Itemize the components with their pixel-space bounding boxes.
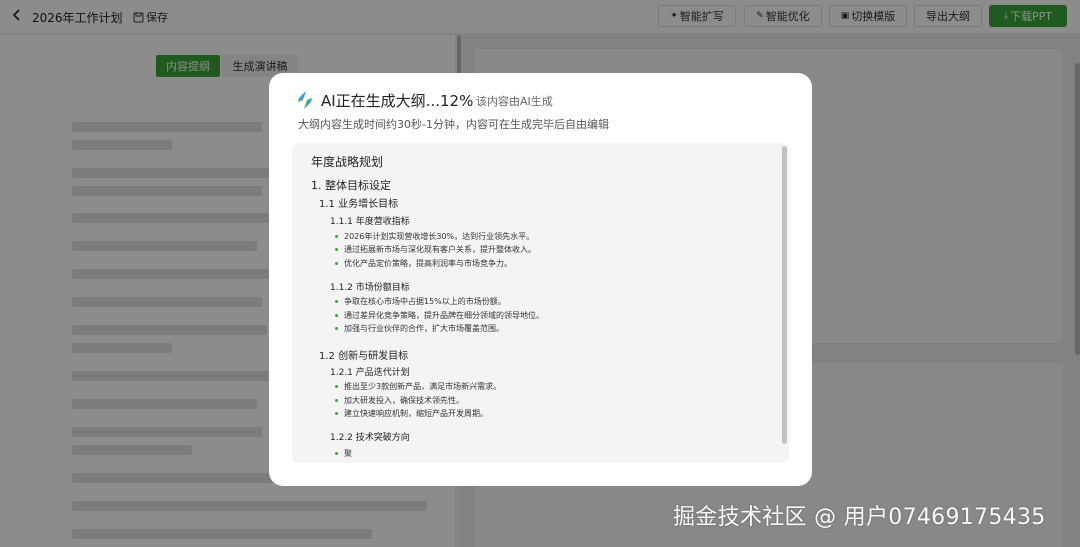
watermark: 掘金技术社区 @ 用户07469175435 [673, 505, 1046, 530]
dialog-title: AI正在生成大纲...12% [321, 92, 474, 110]
dialog-subtitle: 大纲内容生成时间约30秒-1分钟，内容可在生成完毕后自由编辑 [298, 118, 609, 131]
outline-heading: 1.2 创新与研发目标 [319, 351, 409, 362]
outline-bullet-item: 通过差异化竞争策略，提升品牌在细分领域的领导地位。 [335, 311, 544, 320]
outline-bullet-item: 加强与行业伙伴的合作，扩大市场覆盖范围。 [335, 324, 504, 333]
outline-bullet-item: 2026年计划实现营收增长30%，达到行业领先水平。 [334, 232, 535, 241]
outline-heading: 1.2.1 产品迭代计划 [330, 368, 410, 378]
outline-preview[interactable]: 年度战略规划 1. 整体目标设定 1.1 业务增长目标 1.1.1 年度营收指标 202… [292, 143, 789, 463]
ai-logo-icon [297, 90, 313, 110]
outline-bullet-item: 建立快速响应机制，缩短产品开发周期。 [335, 409, 488, 418]
outline-heading: 1.2.2 技术突破方向 [330, 433, 410, 443]
outline-bullet-item: 争取在核心市场中占据15%以上的市场份额。 [335, 297, 506, 306]
ai-generation-dialog: AI正在生成大纲...12% 该内容由AI生成 大纲内容生成时间约30秒-1分钟… [269, 73, 812, 486]
outline-heading: 年度战略规划 [311, 155, 384, 169]
outline-heading: 1. 整体目标设定 [311, 179, 391, 192]
outline-heading: 1.1.2 市场份额目标 [330, 283, 410, 293]
outline-bullet-item: 通过拓展新市场与深化现有客户关系，提升整体收入。 [335, 245, 536, 254]
ai-generated-badge: 该内容由AI生成 [476, 95, 553, 108]
outline-bullet-item: 优化产品定价策略，提高利润率与市场竞争力。 [335, 259, 512, 268]
outline-scrollbar[interactable] [782, 146, 787, 444]
outline-bullet-item: 加大研发投入，确保技术领先性。 [335, 396, 464, 405]
outline-heading: 1.1 业务增长目标 [319, 199, 399, 210]
outline-bullet-item: 聚 [335, 449, 352, 458]
outline-bullet-item: 推出至少3款创新产品，满足市场新兴需求。 [334, 382, 502, 391]
outline-heading: 1.1.1 年度营收指标 [330, 217, 410, 227]
